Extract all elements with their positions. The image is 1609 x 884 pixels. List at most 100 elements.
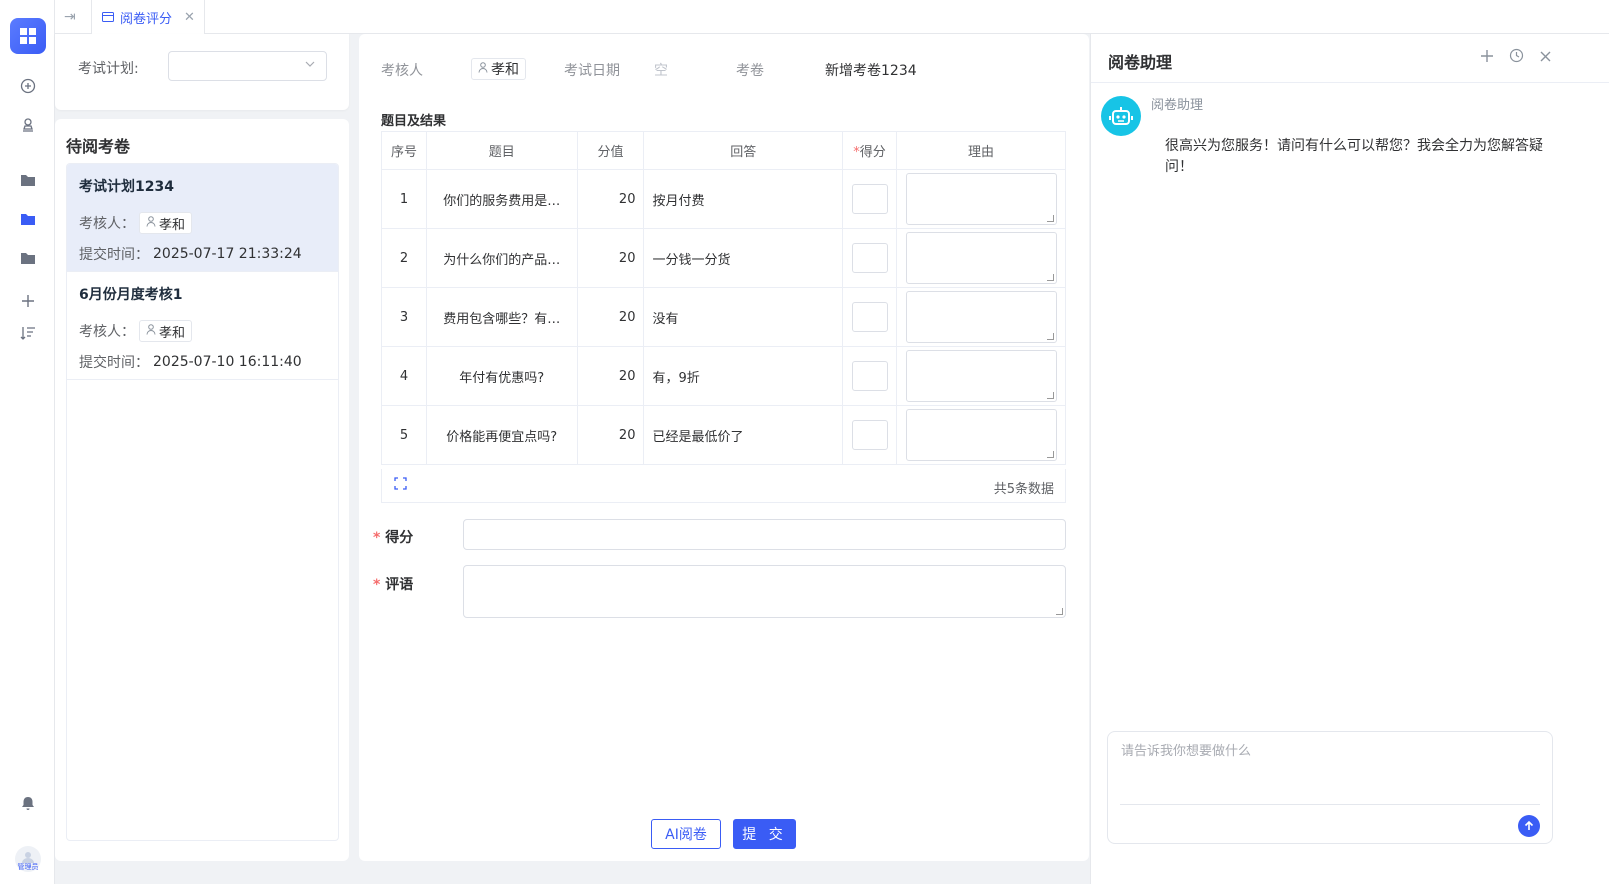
cell-score [842,169,897,229]
cell-answer: 已经是最低价了 [643,405,844,465]
required-mark: * [373,577,386,593]
cell-answer: 没有 [643,287,844,347]
folder-active-icon[interactable] [17,208,39,230]
cell-answer: 有，9折 [643,346,844,406]
chat-input-divider [1120,804,1540,805]
new-chat-icon[interactable] [1480,48,1494,67]
cell-reason [896,228,1066,288]
comment-label-text: 评语 [385,577,414,593]
list-item[interactable]: 考试计划1234 考核人： 孝和 提交时间： 2025-07-17 21:33:… [67,164,338,272]
submit-button[interactable]: 提 交 [733,819,796,849]
col-header-score-label: 得分 [859,145,886,160]
cell-points: 20 [576,228,645,288]
folder-icon[interactable] [17,169,39,191]
cell-score [842,346,897,406]
list-item[interactable]: 6月份月度考核1 考核人： 孝和 提交时间： 2025-07-10 16:11:… [67,272,338,380]
paper-label: 考卷 [736,63,764,79]
cell-no: 2 [381,228,427,288]
add-icon[interactable] [17,290,39,312]
collapse-menu-icon[interactable]: ⇥ [64,9,76,25]
cell-reason [896,169,1066,229]
bell-icon[interactable] [17,792,39,814]
cell-question: 费用包含哪些？有… [425,287,578,347]
folder-icon[interactable] [17,247,39,269]
filter-panel: 考试计划: [55,34,349,110]
reviewer-chip: 孝和 [139,320,193,342]
reviewer-name: 孝和 [159,217,186,233]
score-input[interactable] [851,243,888,273]
total-count: 共5条数据 [993,482,1054,497]
reviewer-label: 考核人： [79,324,135,340]
exam-title: 考试计划1234 [79,179,174,195]
cell-points: 20 [576,287,645,347]
exam-title: 6月份月度考核1 [79,287,183,303]
user-icon [146,324,156,338]
reason-textarea[interactable] [905,409,1057,461]
user-avatar[interactable]: 管理员 [15,846,41,872]
col-header-score: *得分 [842,131,897,170]
pending-papers-list: 考试计划1234 考核人： 孝和 提交时间： 2025-07-17 21:33:… [66,163,339,841]
reason-textarea[interactable] [905,350,1057,402]
reason-textarea[interactable] [905,173,1057,225]
cell-no: 4 [381,346,427,406]
plus-circle-icon[interactable] [17,75,39,97]
col-header-answer: 回答 [643,131,844,170]
history-icon[interactable] [1509,48,1524,67]
chat-input-placeholder: 请告诉我你想要做什么 [1121,744,1252,759]
sort-list-icon[interactable] [17,322,39,344]
col-header-points: 分值 [576,131,645,170]
reason-textarea[interactable] [905,232,1057,284]
reviewer-chip: 孝和 [471,58,526,80]
cell-reason [896,287,1066,347]
table-row: 5 价格能再便宜点吗? 20 已经是最低价了 [381,405,1066,465]
tab-grading[interactable]: 阅卷评分 ✕ [91,0,205,34]
pending-papers-title: 待阅考卷 [66,137,131,156]
grading-panel: 考核人 孝和 考试日期 空 考卷 新增考卷1234 题目及结果 序号 题目 分值… [359,34,1089,861]
table-row: 1 你们的服务费用是… 20 按月付费 [381,169,1066,229]
app-logo-icon[interactable] [10,18,46,54]
cell-reason [896,405,1066,465]
stamp-icon[interactable] [17,114,39,136]
icon-rail: 管理员 [0,0,55,884]
cell-question: 价格能再便宜点吗? [425,405,578,465]
ai-grade-button[interactable]: AI阅卷 [651,819,721,849]
exam-date-value: 空 [654,63,668,79]
assistant-panel: 阅卷助理 阅卷助理 很高兴为您服务！请问有什么可以帮您？我会全力为您解答疑问！ … [1090,34,1609,884]
submit-time-value: 2025-07-10 16:11:40 [153,354,302,370]
table-row: 2 为什么你们的产品… 20 一分钱一分货 [381,228,1066,288]
close-icon[interactable] [1539,48,1552,67]
cell-no: 1 [381,169,427,229]
cell-answer: 一分钱一分货 [643,228,844,288]
total-score-input[interactable] [463,519,1066,550]
fullscreen-icon[interactable] [394,477,407,494]
cell-no: 3 [381,287,427,347]
reviewer-row: 考核人： 孝和 [79,212,193,234]
score-input[interactable] [851,184,888,214]
cell-no: 5 [381,405,427,465]
table-row: 4 年付有优惠吗? 20 有，9折 [381,346,1066,406]
user-icon [478,62,488,76]
reviewer-label: 考核人 [381,63,423,79]
comment-textarea[interactable] [463,565,1066,618]
submit-time-row: 提交时间： 2025-07-10 16:11:40 [79,352,302,372]
assistant-header: 阅卷助理 [1091,34,1609,83]
cell-question: 年付有优惠吗? [425,346,578,406]
robot-avatar-icon [1101,96,1141,136]
paper-value: 新增考卷1234 [825,63,917,79]
reason-textarea[interactable] [905,291,1057,343]
questions-table: 序号 题目 分值 回答 *得分 理由 1 你们的服务费用是… 20 按月付费 2… [381,131,1066,465]
score-input[interactable] [851,302,888,332]
score-input[interactable] [851,420,888,450]
cell-reason [896,346,1066,406]
close-tab-icon[interactable]: ✕ [184,10,195,25]
chat-input[interactable]: 请告诉我你想要做什么 [1107,731,1553,844]
arrow-up-icon [1524,820,1534,830]
pending-papers-panel: 待阅考卷 考试计划1234 考核人： 孝和 提交时间： 2025-07-17 2… [55,119,349,861]
score-label: * 得分 [373,527,413,547]
col-header-reason: 理由 [896,131,1066,170]
bot-message: 很高兴为您服务！请问有什么可以帮您？我会全力为您解答疑问！ [1165,138,1543,175]
user-role-label: 管理员 [17,863,39,871]
exam-plan-select[interactable] [168,51,327,81]
send-button[interactable] [1518,815,1540,837]
score-input[interactable] [851,361,888,391]
